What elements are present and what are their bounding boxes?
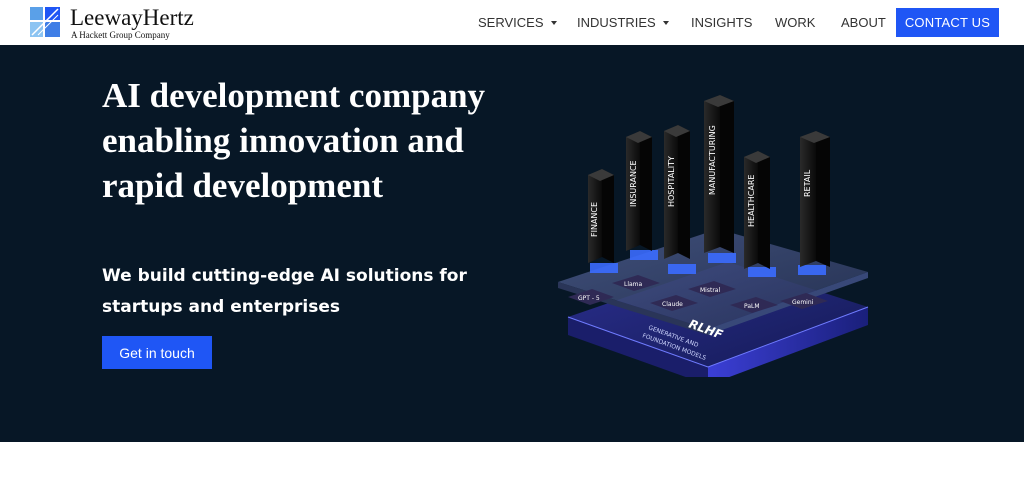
nav-item-about[interactable]: ABOUT [841, 15, 886, 30]
caret-down-icon [662, 20, 669, 25]
logo-mark-icon [30, 7, 60, 37]
tower-label: INSURANCE [629, 160, 638, 207]
nav-item-insights[interactable]: INSIGHTS [691, 15, 752, 30]
tower-finance: FINANCE [588, 169, 614, 263]
tower-manufacturing: MANUFACTURING [704, 95, 734, 253]
chip-label: Llama [624, 281, 643, 288]
nav-item-services[interactable]: SERVICES [478, 15, 557, 30]
tower-hospitality: HOSPITALITY [664, 125, 690, 259]
chip-label: GPT - 5 [578, 295, 600, 302]
brand-tagline: A Hackett Group Company [71, 30, 170, 40]
nav-item-industries[interactable]: INDUSTRIES [577, 15, 669, 30]
tower-label: HOSPITALITY [667, 156, 676, 207]
get-in-touch-button[interactable]: Get in touch [102, 336, 212, 369]
tower-label: HEALTHCARE [747, 175, 756, 227]
tower-label: FINANCE [590, 202, 599, 237]
tower-insurance: INSURANCE [626, 131, 652, 251]
chip-label: Claude [662, 301, 683, 308]
contact-us-button[interactable]: CONTACT US [896, 8, 999, 37]
tower-label: MANUFACTURING [708, 125, 717, 195]
caret-down-icon [550, 20, 557, 25]
site-header: LeewayHertz A Hackett Group Company SERV… [0, 0, 1024, 45]
hero-title: AI development company enabling innovati… [102, 76, 486, 205]
chip-label: PaLM [744, 303, 760, 310]
nav-label: SERVICES [478, 15, 544, 30]
nav-label: INDUSTRIES [577, 15, 656, 30]
brand-name: LeewayHertz [70, 5, 194, 30]
industry-towers: FINANCE INSURANCE HOSPITALITY MANUFACTUR… [588, 95, 830, 269]
hero-subtitle: We build cutting-edge AI solutions for s… [102, 266, 467, 317]
tower-healthcare: HEALTHCARE [744, 151, 770, 269]
tower-label: RETAIL [803, 169, 812, 197]
ai-platform-illustration: FINANCE INSURANCE HOSPITALITY MANUFACTUR… [558, 95, 869, 377]
nav-item-work[interactable]: WORK [775, 15, 815, 30]
chip-label: Mistral [700, 287, 720, 294]
hero-section: AI development company enabling innovati… [0, 45, 1024, 442]
page-below-hero [0, 442, 1024, 481]
tower-retail: RETAIL [800, 131, 830, 267]
chip-label: Gemini [792, 299, 814, 306]
logo[interactable]: LeewayHertz A Hackett Group Company [30, 6, 230, 40]
